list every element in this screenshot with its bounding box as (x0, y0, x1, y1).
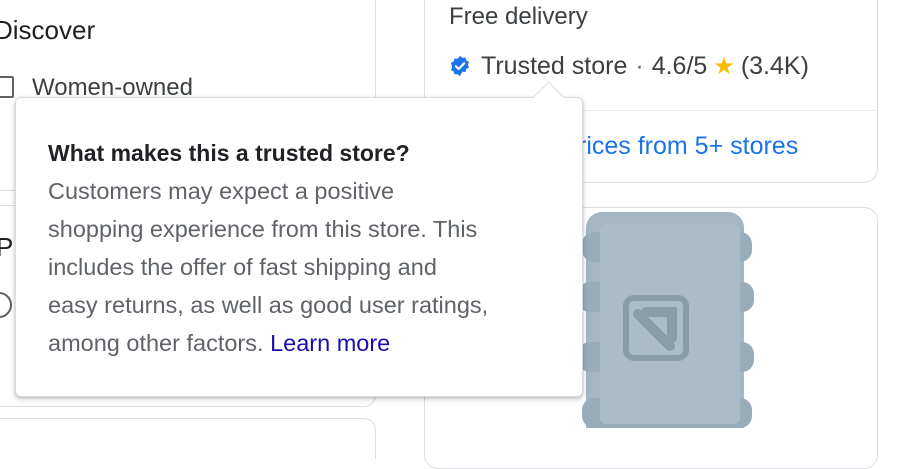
trusted-store-tooltip: What makes this a trusted store? Custome… (15, 97, 583, 397)
separator-dot: · (635, 51, 644, 80)
trusted-store-label[interactable]: Trusted store (481, 52, 627, 81)
trusted-store-row[interactable]: Trusted store · 4.6/5 ★ (3.4K) (449, 50, 809, 82)
tooltip-body-line: easy returns, as well as good user ratin… (48, 292, 489, 318)
tooltip-body-line: Customers may expect a positive (48, 178, 395, 204)
learn-more-link[interactable]: Learn more (270, 330, 390, 356)
verified-badge-icon (451, 55, 469, 77)
tooltip-title: What makes this a trusted store? (48, 140, 410, 166)
star-icon: ★ (713, 52, 735, 80)
tooltip-body-line: shopping experience from this store. Thi… (48, 216, 478, 242)
review-count: (3.4K) (740, 51, 809, 80)
tooltip-body-last: among other factors. (48, 330, 264, 356)
delivery-info: Free delivery (449, 3, 588, 30)
foam-roller-image[interactable] (560, 212, 772, 428)
store-rating: 4.6/5 (651, 51, 708, 80)
next-filter-panel (0, 418, 376, 459)
tooltip-body-line: among other factors. Learn more (48, 324, 550, 362)
tooltip-body-line: includes the offer of fast shipping and (48, 254, 437, 280)
women-owned-checkbox[interactable] (0, 76, 14, 98)
compare-prices-link[interactable]: rices from 5+ stores (578, 132, 798, 161)
discover-heading: Discover (0, 15, 96, 45)
